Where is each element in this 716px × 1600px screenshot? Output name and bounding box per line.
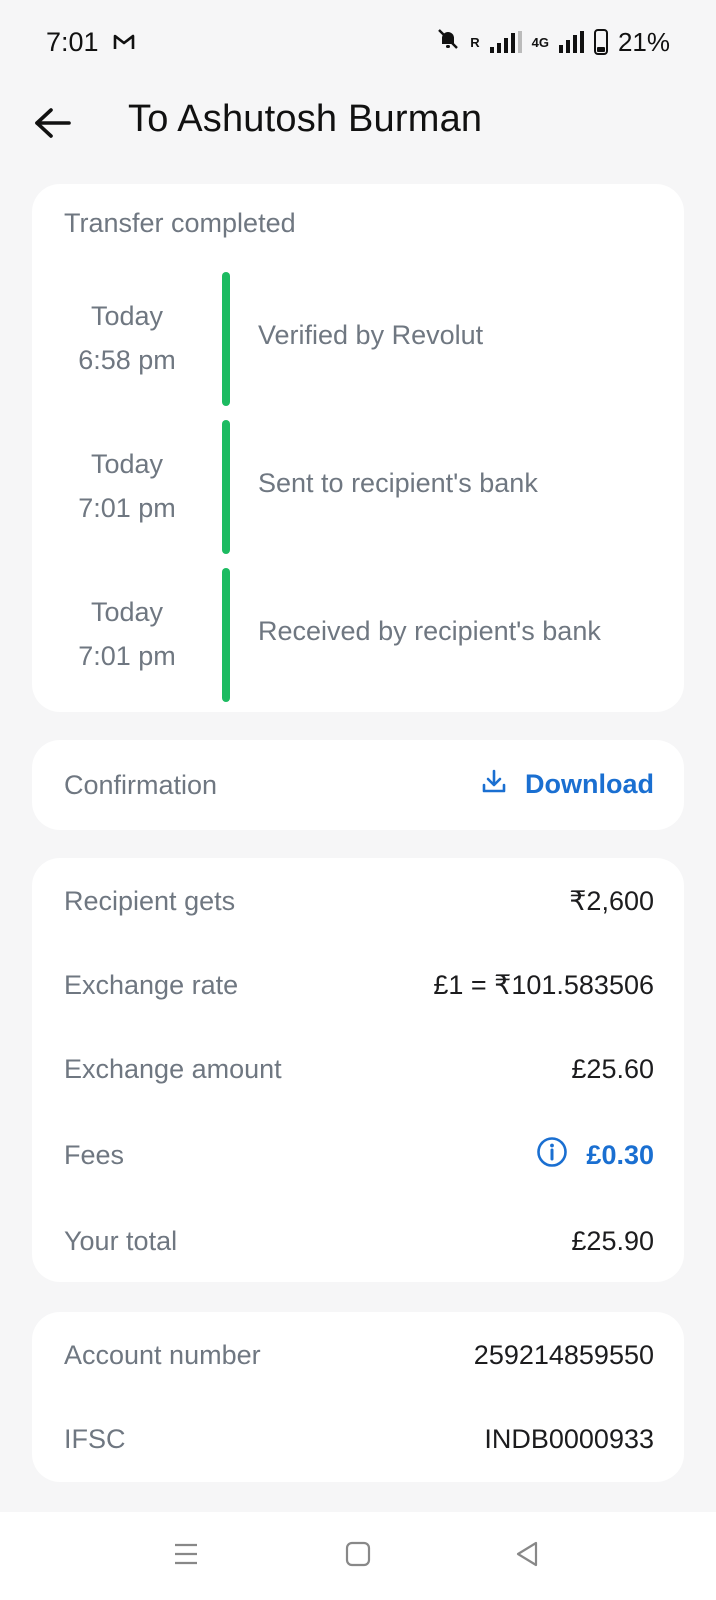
total-label: Your total [64, 1226, 178, 1256]
timeline-step-day: Today [90, 597, 164, 627]
gmail-icon [113, 27, 135, 58]
exchange-rate-value: £1 = ₹101.583506 [433, 970, 654, 1000]
app-header: To Ashutosh Burman [0, 84, 716, 172]
account-details-card: Account number 259214859550 IFSC INDB000… [32, 1312, 684, 1482]
info-icon [536, 1136, 568, 1175]
mute-bell-icon [436, 27, 460, 58]
network-type: 4G [531, 34, 549, 50]
recipient-gets-label: Recipient gets [64, 886, 236, 916]
timeline-step-time: Today 7:01 pm [32, 442, 222, 530]
back-button[interactable] [28, 100, 78, 150]
status-time: 7:01 [46, 26, 99, 57]
home-square-icon [344, 1540, 372, 1573]
exchange-amount-value: £25.60 [571, 1054, 654, 1084]
timeline-step-clock: 6:58 pm [78, 345, 176, 375]
amounts-card: Recipient gets ₹2,600 Exchange rate £1 =… [32, 858, 684, 1282]
timeline-step-day: Today [90, 449, 164, 479]
home-button[interactable] [340, 1538, 376, 1574]
timeline-step-time: Today 7:01 pm [32, 590, 222, 678]
recipient-gets-value: ₹2,600 [569, 886, 654, 916]
timeline-step-label: Sent to recipient's bank [258, 468, 538, 498]
signal-icon-2 [558, 31, 584, 53]
timeline-step-day: Today [90, 301, 164, 331]
system-nav-bar [0, 1512, 716, 1600]
status-bar: 7:01 R 4G 21% [0, 0, 716, 84]
page-title: To Ashutosh Burman [128, 98, 483, 140]
timeline-step: Today 7:01 pm Sent to recipient's bank [32, 420, 684, 556]
timeline-progress-bar [222, 272, 230, 406]
timeline-step-time: Today 6:58 pm [32, 294, 222, 382]
roaming-indicator: R [470, 34, 480, 50]
download-icon [481, 768, 507, 801]
account-number-label: Account number [64, 1340, 261, 1370]
system-back-button[interactable] [510, 1538, 546, 1574]
total-value: £25.90 [571, 1226, 654, 1256]
transfer-status-title: Transfer completed [64, 208, 296, 238]
timeline-step-clock: 7:01 pm [78, 493, 176, 523]
exchange-amount-label: Exchange amount [64, 1054, 282, 1084]
timeline-step: Today 7:01 pm Received by recipient's ba… [32, 568, 684, 704]
timeline-step: Today 6:58 pm Verified by Revolut [32, 272, 684, 408]
menu-icon [172, 1541, 200, 1572]
battery-percent: 21% [617, 26, 670, 57]
fees-button[interactable]: £0.30 [536, 1136, 654, 1175]
fees-label: Fees [64, 1140, 125, 1170]
signal-icon [489, 31, 522, 53]
timeline-step-label: Verified by Revolut [258, 320, 484, 350]
transfer-status-card: Transfer completed Today 6:58 pm Verifie… [32, 184, 684, 712]
timeline-progress-bar [222, 420, 230, 554]
ifsc-label: IFSC [64, 1424, 126, 1454]
exchange-rate-label: Exchange rate [64, 970, 239, 1000]
battery-icon [593, 29, 608, 55]
fees-value: £0.30 [586, 1140, 654, 1170]
timeline-progress-bar [222, 568, 230, 702]
ifsc-value: INDB0000933 [484, 1424, 654, 1454]
timeline-step-clock: 7:01 pm [78, 641, 176, 671]
timeline-step-label: Received by recipient's bank [258, 616, 601, 646]
download-label: Download [525, 769, 654, 799]
confirmation-card: Confirmation Download [32, 740, 684, 830]
download-button[interactable]: Download [481, 768, 654, 801]
status-left: 7:01 [46, 27, 135, 58]
recent-apps-button[interactable] [168, 1538, 204, 1574]
back-triangle-icon [514, 1540, 542, 1573]
content-scroll-area[interactable]: Transfer completed Today 6:58 pm Verifie… [0, 172, 716, 1512]
status-right: R 4G 21% [436, 27, 670, 58]
arrow-left-icon [33, 106, 73, 145]
account-number-value: 259214859550 [473, 1340, 654, 1370]
confirmation-label: Confirmation [64, 770, 218, 800]
